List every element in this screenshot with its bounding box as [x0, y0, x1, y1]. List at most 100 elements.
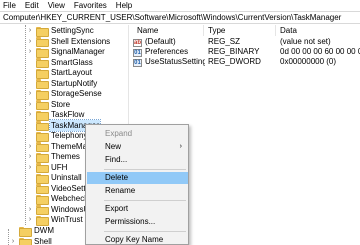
- folder-icon: [36, 79, 49, 89]
- chevron-right-icon: ›: [179, 143, 182, 150]
- chevron-right-icon[interactable]: ›: [26, 90, 34, 98]
- folder-icon: [36, 37, 49, 47]
- folder-icon: [36, 205, 49, 215]
- context-menu-find[interactable]: Find...: [87, 154, 188, 166]
- value-name-cell: 01 UseStatusSetting: [133, 57, 205, 67]
- menu-separator: [104, 231, 186, 232]
- chevron-right-icon[interactable]: ›: [26, 100, 34, 108]
- tree-item-settingsync[interactable]: › SettingSync: [26, 25, 95, 37]
- folder-icon: [36, 58, 49, 68]
- menu-separator: [104, 200, 186, 201]
- context-menu-permissions[interactable]: Permissions...: [87, 216, 188, 228]
- menu-view[interactable]: View: [48, 0, 65, 11]
- tree-item-webcheck[interactable]: Webcheck: [26, 193, 89, 205]
- value-row[interactable]: 01 UseStatusSetting REG_DWORD 0x00000000 (0…: [133, 57, 360, 67]
- tree-item-shell[interactable]: › Shell: [9, 236, 53, 245]
- tree-item-label: Store: [51, 99, 71, 109]
- column-header-name[interactable]: Name: [137, 25, 158, 36]
- tree-item-smartglass[interactable]: SmartGlass: [26, 57, 94, 68]
- tree-item-ufh[interactable]: › UFH: [26, 162, 68, 173]
- tree-item-videosettin[interactable]: VideoSettin: [26, 183, 93, 194]
- tree-item-uninstall[interactable]: Uninstall: [26, 172, 83, 184]
- chevron-right-icon[interactable]: ›: [26, 111, 34, 119]
- folder-icon: [36, 173, 49, 184]
- tree-item-dwm[interactable]: DWM: [9, 225, 55, 237]
- menu-separator: [104, 169, 186, 170]
- value-name: UseStatusSetting: [145, 57, 205, 66]
- chevron-right-icon[interactable]: ›: [26, 163, 34, 171]
- value-data: (value not set): [280, 37, 331, 46]
- tree-item-label: Telephony: [51, 131, 88, 140]
- tree-item-label: TaskFlow: [51, 110, 85, 119]
- context-menu-rename[interactable]: Rename: [87, 185, 188, 197]
- tree-item-label: StartLayout: [51, 68, 92, 77]
- column-header-data[interactable]: Data: [280, 25, 297, 36]
- value-row[interactable]: 01 Preferences REG_BINARY 0d 00 00 00 60 00…: [133, 47, 360, 57]
- folder-icon: [36, 68, 49, 79]
- context-menu-copy-key-name[interactable]: Copy Key Name: [87, 234, 188, 245]
- value-name: (Default): [145, 37, 176, 46]
- tree-item-signalmanager[interactable]: › SignalManager: [26, 46, 106, 58]
- value-data: 0d 00 00 00 60 00 00 00 60 00: [280, 47, 360, 56]
- context-menu-new[interactable]: New ›: [87, 141, 188, 153]
- chevron-right-icon[interactable]: ›: [26, 205, 34, 213]
- chevron-right-icon[interactable]: ›: [26, 27, 34, 35]
- binary-value-icon: 01: [133, 59, 142, 67]
- folder-icon: [36, 194, 49, 205]
- tree-item-wintrust[interactable]: › WinTrust: [26, 214, 84, 226]
- tree-item-label: Shell Extensions: [51, 36, 111, 46]
- menu-help[interactable]: Help: [116, 0, 132, 11]
- column-header-type[interactable]: Type: [208, 25, 225, 36]
- context-menu-expand[interactable]: Expand: [87, 128, 188, 140]
- tree-item-startupnotify[interactable]: StartupNotify: [26, 78, 98, 89]
- tree-item-shell-extensions[interactable]: › Shell Extensions: [26, 36, 111, 47]
- value-name-cell: ab (Default): [133, 37, 205, 47]
- value-type: REG_DWORD: [208, 57, 261, 66]
- tree-item-label: DWM: [34, 226, 54, 235]
- tree-item-telephony[interactable]: Telephony: [26, 130, 88, 142]
- folder-icon: [36, 215, 49, 226]
- column-divider[interactable]: [203, 25, 204, 36]
- folder-icon: [19, 226, 32, 237]
- context-menu-new-label: New: [105, 142, 122, 151]
- folder-icon: [36, 152, 49, 163]
- column-divider[interactable]: [275, 25, 276, 36]
- value-type: REG_BINARY: [208, 47, 260, 56]
- menu-edit[interactable]: Edit: [25, 0, 39, 11]
- chevron-right-icon[interactable]: ›: [26, 37, 34, 45]
- tree-item-label: Themes: [51, 152, 80, 161]
- chevron-right-icon[interactable]: ›: [26, 153, 34, 161]
- tree-item-label: WinTrust: [51, 215, 83, 224]
- folder-icon: [36, 47, 49, 58]
- menu-favorites[interactable]: Favorites: [74, 0, 107, 11]
- value-type: REG_SZ: [208, 37, 241, 46]
- binary-value-icon: 01: [133, 49, 142, 57]
- value-row[interactable]: ab (Default) REG_SZ (value not set): [133, 37, 360, 47]
- folder-icon: [36, 184, 49, 194]
- folder-icon: [36, 110, 49, 121]
- tree-item-storagesense[interactable]: › StorageSense: [26, 88, 103, 100]
- tree-item-themes[interactable]: › Themes: [26, 151, 81, 163]
- chevron-right-icon[interactable]: ›: [26, 142, 34, 150]
- chevron-right-icon[interactable]: ›: [9, 238, 17, 245]
- chevron-right-icon[interactable]: ›: [26, 48, 34, 56]
- tree-item-store[interactable]: › Store: [26, 99, 71, 110]
- context-menu-delete[interactable]: Delete: [87, 172, 188, 184]
- tree-item-thememan[interactable]: › ThemeMan: [26, 141, 92, 152]
- value-name-cell: 01 Preferences: [133, 47, 205, 57]
- address-bar[interactable]: Computer\HKEY_CURRENT_USER\Software\Micr…: [0, 11, 360, 24]
- tree-item-label: UFH: [51, 162, 68, 172]
- chevron-right-icon[interactable]: ›: [26, 216, 34, 224]
- context-menu-export[interactable]: Export: [87, 203, 188, 215]
- value-data: 0x00000000 (0): [280, 57, 337, 66]
- folder-icon: [36, 131, 49, 142]
- string-value-icon: ab: [133, 39, 142, 47]
- tree-item-taskflow[interactable]: › TaskFlow: [26, 109, 85, 121]
- menu-file[interactable]: File: [3, 0, 16, 11]
- tree-item-startlayout[interactable]: StartLayout: [26, 67, 93, 79]
